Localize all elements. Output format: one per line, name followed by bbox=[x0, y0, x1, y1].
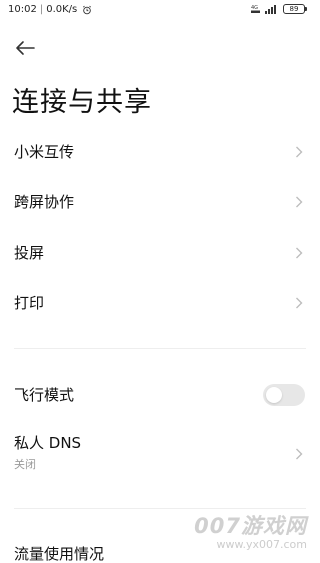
status-speed: 0.0K/s bbox=[46, 4, 78, 15]
battery-level: 89 bbox=[289, 5, 299, 13]
network-type-icon: 4G bbox=[251, 5, 260, 13]
status-bar: 10:02 | 0.0K/s 4G 89 bbox=[0, 0, 313, 24]
chevron-right-icon bbox=[296, 196, 303, 208]
row-status: 关闭 bbox=[14, 458, 36, 471]
row-label: 流量使用情况 bbox=[14, 545, 105, 563]
battery-indicator: 89 bbox=[283, 4, 307, 14]
row-label: 小米互传 bbox=[14, 143, 75, 161]
chevron-right-icon bbox=[296, 146, 303, 158]
status-left: 10:02 | 0.0K/s bbox=[8, 4, 92, 15]
row-label: 飞行模式 bbox=[14, 386, 75, 404]
row-airplane-mode[interactable]: 飞行模式 bbox=[0, 379, 313, 411]
watermark-main: 007游戏网 bbox=[194, 514, 307, 538]
row-print[interactable]: 打印 bbox=[0, 287, 313, 319]
row-cast[interactable]: 投屏 bbox=[0, 237, 313, 269]
alarm-icon bbox=[83, 5, 92, 14]
chevron-right-icon bbox=[296, 247, 303, 259]
chevron-right-icon bbox=[296, 297, 303, 309]
signal-icon bbox=[265, 5, 276, 14]
chevron-right-icon bbox=[296, 448, 303, 460]
status-right: 4G 89 bbox=[251, 4, 307, 14]
toggle-knob bbox=[266, 387, 282, 403]
status-separator: | bbox=[39, 4, 44, 15]
row-cross-screen[interactable]: 跨屏协作 bbox=[0, 186, 313, 218]
settings-screen: 10:02 | 0.0K/s 4G 89 连接与共享 小米互传 跨屏协作 投屏 … bbox=[0, 0, 313, 563]
row-mi-share[interactable]: 小米互传 bbox=[0, 136, 313, 168]
row-data-usage[interactable]: 流量使用情况 bbox=[0, 538, 313, 563]
row-label: 打印 bbox=[14, 294, 45, 312]
section-divider bbox=[14, 508, 306, 509]
network-type-text: 4G bbox=[251, 5, 258, 11]
row-label: 私人 DNS bbox=[14, 434, 82, 452]
row-label: 投屏 bbox=[14, 244, 45, 262]
airplane-mode-toggle[interactable] bbox=[263, 384, 305, 406]
status-time: 10:02 bbox=[8, 4, 37, 15]
row-private-dns[interactable]: 私人 DNS 关闭 bbox=[0, 432, 313, 476]
page-title: 连接与共享 bbox=[12, 87, 152, 118]
back-arrow-icon bbox=[16, 41, 35, 55]
back-button[interactable] bbox=[12, 36, 38, 60]
section-divider bbox=[14, 348, 306, 349]
row-label: 跨屏协作 bbox=[14, 193, 75, 211]
